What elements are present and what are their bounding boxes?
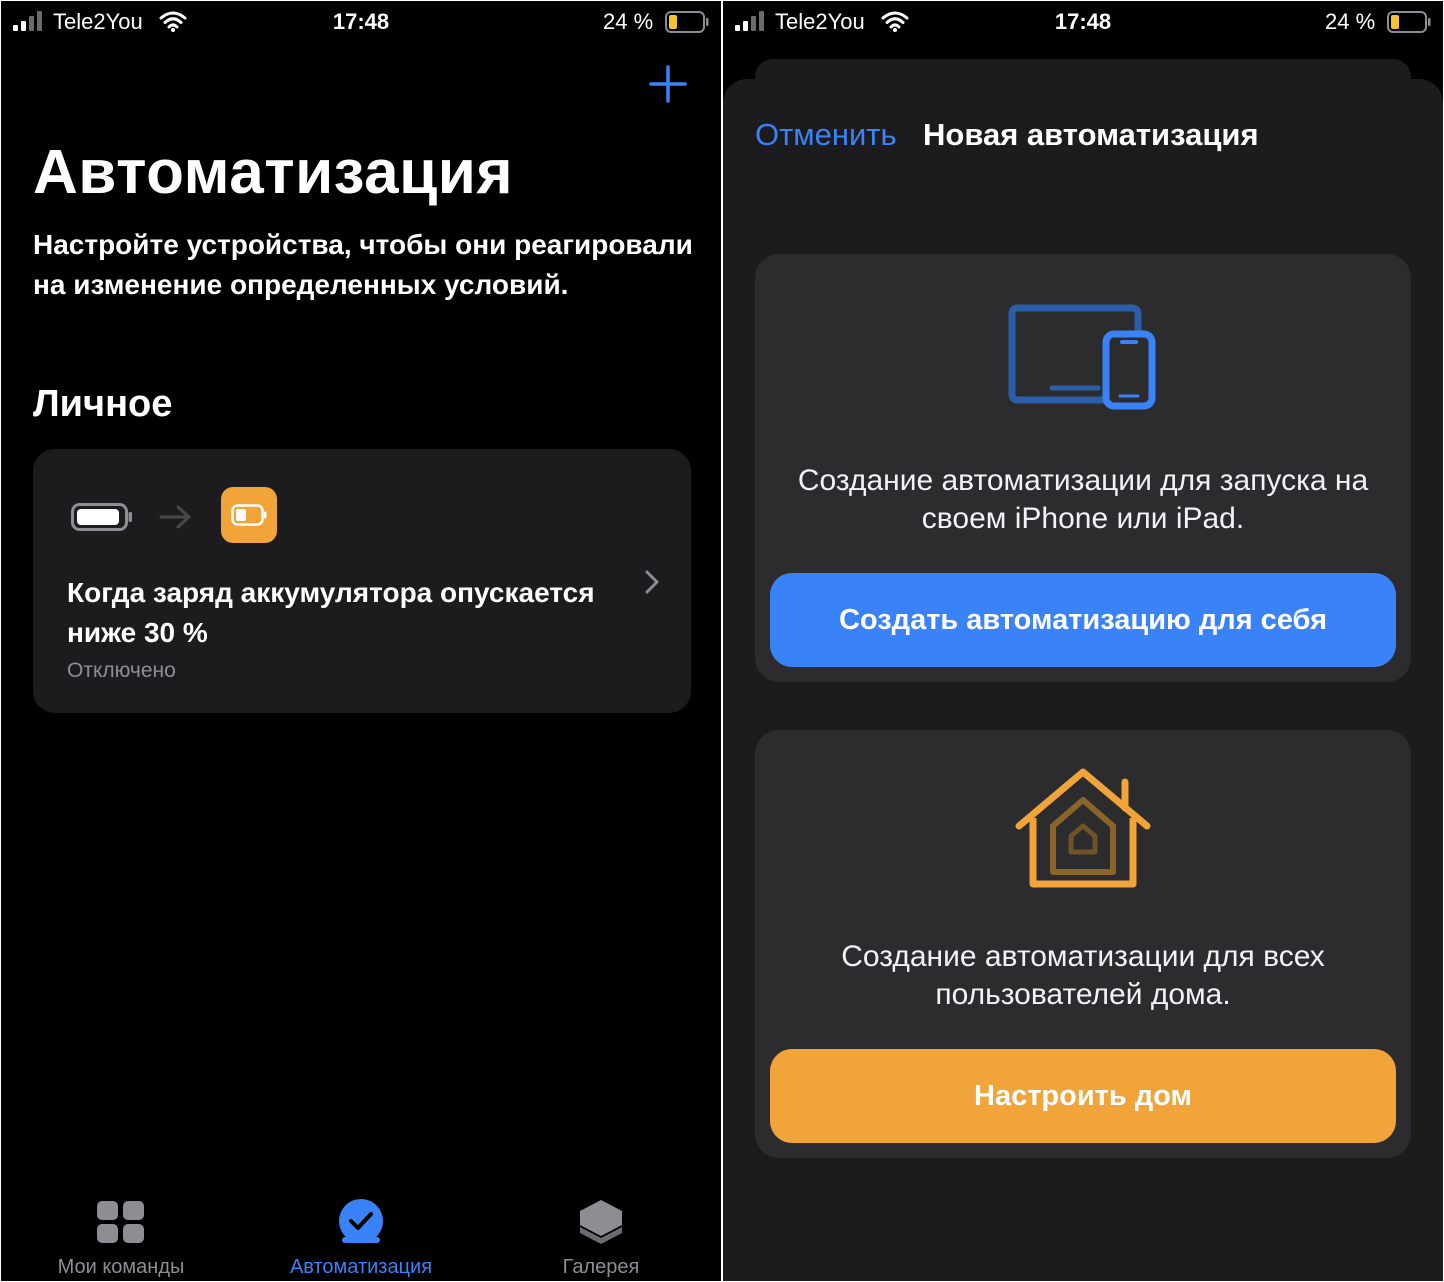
battery-action-icon [221,487,277,543]
add-automation-button[interactable] [649,65,687,103]
automation-title: Когда заряд аккумулятора опускается ниже… [67,577,595,648]
sheet-title: Новая автоматизация [923,117,1259,152]
cancel-button[interactable]: Отменить [755,117,897,153]
page-subtitle: Настройте устройства, чтобы они реагиров… [33,229,693,300]
automation-status: Отключено [67,659,176,682]
battery-percent: 24 % [1325,9,1376,34]
status-bar: Tele2You 17:48 24 % [1,1,721,43]
tab-gallery[interactable]: Галерея [481,1181,721,1281]
automation-card[interactable]: Когда заряд аккумулятора опускается ниже… [33,449,691,713]
battery-trigger-icon [71,503,132,531]
section-title: Личное [33,383,173,425]
battery-percent: 24 % [603,9,654,34]
battery-icon [1387,11,1431,33]
create-personal-automation-button[interactable]: Создать автоматизацию для себя [770,573,1396,667]
tab-my-shortcuts[interactable]: Мои команды [1,1181,241,1281]
clock-check-icon [339,1199,383,1247]
page-title: Автоматизация [33,138,514,207]
automation-screen: Tele2You 17:48 24 % Автоматизация Настро… [1,1,721,1281]
status-bar: Tele2You 17:48 24 % [723,1,1443,43]
setup-home-button[interactable]: Настроить дом [770,1049,1396,1143]
layers-icon [580,1200,622,1244]
home-icon [755,768,1411,888]
modal-sheet: Отменить Новая автоматизация Создание ав… [723,79,1443,1281]
tab-label: Автоматизация [289,1256,433,1278]
option-card-home: Создание автоматизации для всех пользова… [755,730,1411,1158]
grid-icon [97,1201,144,1243]
option-description: Создание автоматизации для запуска на св… [797,464,1369,535]
tab-bar: Мои команды Автоматизация Галерея [1,1181,721,1281]
chevron-right-icon [645,570,659,594]
tab-label: Мои команды [57,1256,185,1278]
tab-automation[interactable]: Автоматизация [241,1181,481,1281]
battery-icon [665,11,709,33]
devices-icon [755,304,1411,424]
option-card-personal: Создание автоматизации для запуска на св… [755,254,1411,682]
tab-label: Галерея [562,1256,640,1278]
option-description: Создание автоматизации для всех пользова… [841,940,1325,1011]
new-automation-screen: Tele2You 17:48 24 % Отменить Новая автом… [723,1,1443,1281]
arrow-right-icon [159,505,191,529]
